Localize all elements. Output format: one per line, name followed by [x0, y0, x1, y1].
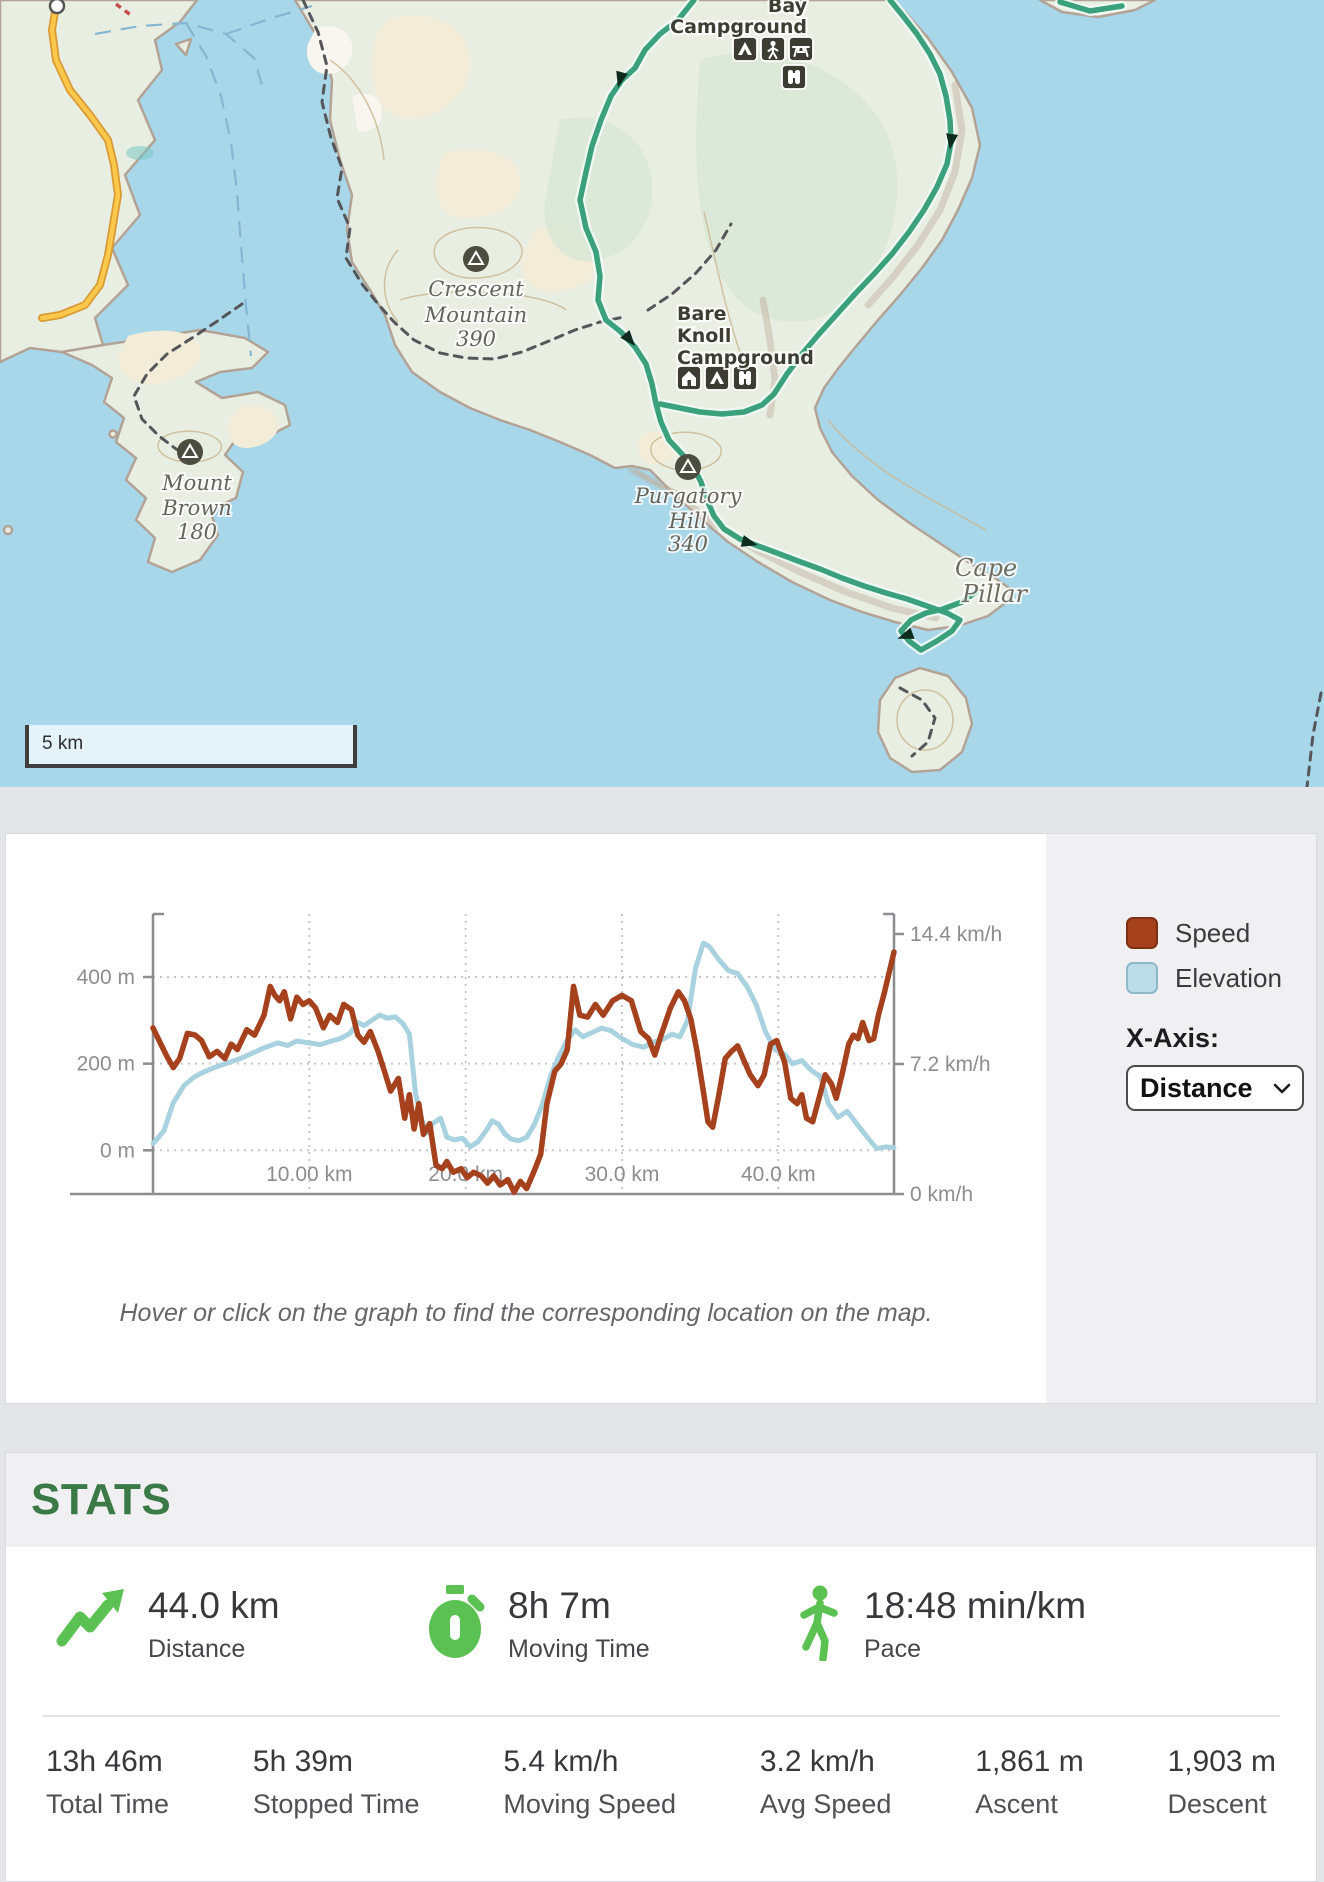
svg-text:Pillar: Pillar	[961, 580, 1028, 608]
stat-moving-time: 8h 7m Moving Time	[426, 1585, 650, 1664]
label-purgatory-hill: Purgatory	[634, 484, 743, 508]
label-bay: Bay	[768, 0, 808, 17]
svg-text:40.0 km: 40.0 km	[741, 1163, 816, 1186]
trend-up-icon	[56, 1585, 126, 1651]
svg-text:Hill: Hill	[668, 509, 707, 533]
stats-title: STATS	[31, 1475, 171, 1525]
stat-ascent: 1,861 m Ascent	[975, 1745, 1083, 1820]
svg-text:10.00 km: 10.00 km	[266, 1163, 352, 1186]
svg-text:180: 180	[177, 520, 217, 544]
svg-text:Mountain: Mountain	[424, 303, 527, 327]
legend-item-elevation: Elevation	[1126, 962, 1282, 994]
chart-hint-text: Hover or click on the graph to find the …	[66, 1294, 986, 1333]
svg-text:Campground: Campground	[677, 347, 814, 369]
stopwatch-icon	[426, 1585, 486, 1659]
map-canvas[interactable]: Bay Campground Bare Knoll Campground Cre…	[0, 0, 1324, 787]
stat-pace-label: Pace	[864, 1635, 1086, 1664]
stat-total-time: 13h 46m Total Time	[46, 1745, 169, 1820]
stat-distance-value: 44.0 km	[148, 1585, 280, 1627]
hiker-icon	[761, 37, 785, 61]
svg-text:14.4 km/h: 14.4 km/h	[910, 923, 1002, 946]
rock-islet	[110, 431, 117, 438]
binoculars-icon	[782, 65, 806, 89]
stats-panel: STATS 44.0 km Distance	[5, 1452, 1317, 1882]
label-mount-brown: Mount	[161, 471, 232, 495]
legend-label-elevation: Elevation	[1175, 963, 1282, 994]
svg-text:Campground: Campground	[670, 16, 807, 38]
speed-swatch-icon	[1126, 917, 1158, 949]
label-crescent-mountain: Crescent	[428, 277, 524, 301]
svg-text:340: 340	[668, 532, 708, 556]
stat-stopped-time: 5h 39m Stopped Time	[253, 1745, 420, 1820]
x-axis-selected-value: Distance	[1140, 1073, 1253, 1104]
tent-icon	[705, 366, 729, 390]
road-junction-icon	[50, 0, 64, 13]
stat-moving-time-label: Moving Time	[508, 1635, 650, 1664]
stat-descent: 1,903 m Descent	[1168, 1745, 1276, 1820]
series-elevation	[153, 943, 894, 1148]
binoculars-icon	[733, 366, 757, 390]
stat-avg-speed: 3.2 km/h Avg Speed	[760, 1745, 892, 1820]
legend-item-speed: Speed	[1126, 917, 1250, 949]
svg-text:200 m: 200 m	[77, 1053, 135, 1076]
svg-text:30.0 km: 30.0 km	[585, 1163, 660, 1186]
svg-text:390: 390	[456, 327, 496, 351]
chart-legend-panel: Speed Elevation X-Axis: Distance	[1046, 834, 1316, 1403]
map-scale-bar: 5 km	[25, 725, 357, 768]
svg-text:Knoll: Knoll	[677, 325, 731, 347]
stat-moving-time-value: 8h 7m	[508, 1585, 650, 1627]
picnic-table-icon	[789, 37, 813, 61]
svg-text:7.2 km/h: 7.2 km/h	[910, 1053, 991, 1076]
svg-text:0 m: 0 m	[100, 1139, 135, 1162]
stat-moving-speed: 5.4 km/h Moving Speed	[503, 1745, 676, 1820]
label-bare-knoll: Bare	[677, 303, 727, 325]
x-axis-label: X-Axis:	[1126, 1023, 1219, 1054]
rock-islet-2	[4, 526, 12, 534]
stats-body: 44.0 km Distance 8h 7m Moving Time	[6, 1547, 1316, 1820]
map-svg: Bay Campground Bare Knoll Campground Cre…	[0, 0, 1324, 787]
chevron-down-icon	[1272, 1081, 1292, 1095]
hut-icon	[677, 366, 701, 390]
svg-text:400 m: 400 m	[77, 966, 135, 989]
svg-text:Brown: Brown	[161, 496, 232, 520]
primary-stats-row: 44.0 km Distance 8h 7m Moving Time	[6, 1547, 1316, 1715]
map-scale-label: 5 km	[42, 733, 83, 754]
stat-pace-value: 18:48 min/km	[864, 1585, 1086, 1627]
label-cape-pillar: Cape	[955, 554, 1017, 582]
secondary-stats-row: 13h 46m Total Time 5h 39m Stopped Time 5…	[6, 1717, 1316, 1820]
stat-distance-label: Distance	[148, 1635, 280, 1664]
elevation-swatch-icon	[1126, 962, 1158, 994]
legend-label-speed: Speed	[1175, 918, 1250, 949]
x-axis-select[interactable]: Distance	[1126, 1065, 1304, 1111]
stat-pace: 18:48 min/km Pace	[794, 1585, 1086, 1664]
svg-text:0 km/h: 0 km/h	[910, 1183, 973, 1206]
stat-distance: 44.0 km Distance	[56, 1585, 280, 1664]
tent-icon	[733, 37, 757, 61]
stats-header: STATS	[6, 1453, 1316, 1547]
walker-icon	[794, 1585, 842, 1661]
peak-icon-crescent	[463, 246, 489, 272]
elevation-speed-panel: 0 m 200 m 400 m 0 km/h 7.2 km/h 14.4 km/h 10.0…	[5, 833, 1317, 1404]
series-speed	[153, 952, 894, 1192]
peak-icon-mount-brown	[177, 439, 203, 465]
peak-icon-purgatory	[675, 454, 701, 480]
